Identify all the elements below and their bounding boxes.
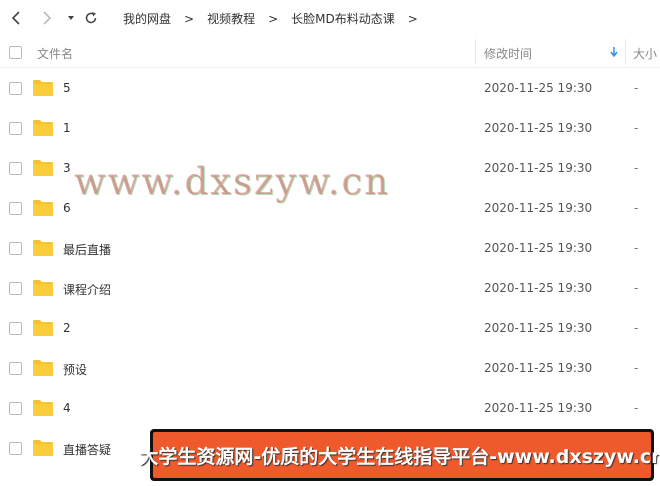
folder-icon — [33, 320, 53, 336]
file-size: - — [634, 401, 639, 415]
file-modified-time: 2020-11-25 19:30 — [484, 321, 593, 335]
breadcrumb: 我的网盘 > 视频教程 > 长脸MD布料动态课 > — [123, 10, 431, 27]
column-divider[interactable] — [625, 39, 626, 65]
row-checkbox[interactable] — [9, 162, 22, 175]
history-dropdown-button[interactable] — [61, 8, 81, 28]
folder-icon — [33, 120, 53, 136]
file-modified-time: 2020-11-25 19:30 — [484, 161, 593, 175]
file-size: - — [634, 321, 639, 335]
navigation-bar: 我的网盘 > 视频教程 > 长脸MD布料动态课 > — [0, 0, 660, 36]
refresh-icon — [85, 12, 97, 24]
file-name[interactable]: 预设 — [63, 361, 87, 378]
folder-icon — [33, 280, 53, 296]
file-modified-time: 2020-11-25 19:30 — [484, 201, 593, 215]
row-checkbox[interactable] — [9, 82, 22, 95]
sort-down-arrow-icon[interactable] — [609, 46, 619, 58]
file-name[interactable]: 1 — [63, 121, 71, 135]
refresh-button[interactable] — [81, 8, 101, 28]
file-size: - — [634, 281, 639, 295]
file-modified-time: 2020-11-25 19:30 — [484, 281, 593, 295]
promo-banner: 大学生资源网-优质的大学生在线指导平台-www.dxszyw.cn — [139, 429, 660, 481]
row-checkbox[interactable] — [9, 282, 22, 295]
row-checkbox[interactable] — [9, 322, 22, 335]
file-list-header: 文件名 修改时间 大小 — [0, 37, 660, 68]
promo-banner-text: 大学生资源网-优质的大学生在线指导平台-www.dxszyw.cn — [139, 432, 660, 478]
folder-icon — [33, 160, 53, 176]
file-row[interactable]: 4 2020-11-25 19:30 - — [0, 388, 660, 428]
forward-button[interactable] — [36, 8, 56, 28]
folder-icon — [33, 360, 53, 376]
file-size: - — [634, 161, 639, 175]
row-checkbox[interactable] — [9, 122, 22, 135]
breadcrumb-item-current-folder[interactable]: 长脸MD布料动态课 — [291, 10, 395, 27]
caret-down-icon — [68, 16, 74, 20]
row-checkbox[interactable] — [9, 442, 22, 455]
folder-icon — [33, 440, 53, 456]
file-name[interactable]: 6 — [63, 201, 71, 215]
file-size: - — [634, 241, 639, 255]
breadcrumb-separator: > — [268, 11, 279, 26]
back-button[interactable] — [7, 8, 27, 28]
column-header-size[interactable]: 大小 — [633, 45, 657, 62]
chevron-right-icon — [43, 11, 52, 25]
file-name[interactable]: 课程介绍 — [63, 281, 111, 298]
file-row[interactable]: 课程介绍 2020-11-25 19:30 - — [0, 268, 660, 308]
file-name[interactable]: 最后直播 — [63, 241, 111, 258]
file-row[interactable]: 最后直播 2020-11-25 19:30 - — [0, 228, 660, 268]
file-modified-time: 2020-11-25 19:30 — [484, 121, 593, 135]
folder-icon — [33, 240, 53, 256]
chevron-left-icon — [11, 11, 20, 25]
file-size: - — [634, 81, 639, 95]
file-size: - — [634, 201, 639, 215]
breadcrumb-item-my-disk[interactable]: 我的网盘 — [123, 10, 171, 27]
watermark-text: www.dxszyw.cn — [74, 160, 390, 203]
file-modified-time: 2020-11-25 19:30 — [484, 401, 593, 415]
file-size: - — [634, 361, 639, 375]
column-header-name[interactable]: 文件名 — [37, 45, 73, 62]
breadcrumb-item-video-tutorials[interactable]: 视频教程 — [207, 10, 255, 27]
row-checkbox[interactable] — [9, 402, 22, 415]
file-row[interactable]: 1 2020-11-25 19:30 - — [0, 108, 660, 148]
file-modified-time: 2020-11-25 19:30 — [484, 241, 593, 255]
breadcrumb-separator: > — [407, 11, 418, 26]
row-checkbox[interactable] — [9, 202, 22, 215]
folder-icon — [33, 200, 53, 216]
file-name[interactable]: 直播答疑 — [63, 441, 111, 458]
file-row[interactable]: 预设 2020-11-25 19:30 - — [0, 348, 660, 388]
file-modified-time: 2020-11-25 19:30 — [484, 361, 593, 375]
column-header-modified[interactable]: 修改时间 — [484, 45, 532, 62]
row-checkbox[interactable] — [9, 362, 22, 375]
file-name[interactable]: 3 — [63, 161, 71, 175]
file-modified-time: 2020-11-25 19:30 — [484, 81, 593, 95]
file-name[interactable]: 4 — [63, 401, 71, 415]
breadcrumb-separator: > — [184, 11, 195, 26]
file-row[interactable]: 5 2020-11-25 19:30 - — [0, 68, 660, 108]
file-row[interactable]: 2 2020-11-25 19:30 - — [0, 308, 660, 348]
column-divider[interactable] — [475, 39, 476, 65]
file-name[interactable]: 5 — [63, 81, 71, 95]
folder-icon — [33, 400, 53, 416]
select-all-checkbox[interactable] — [9, 46, 22, 59]
file-name[interactable]: 2 — [63, 321, 71, 335]
row-checkbox[interactable] — [9, 242, 22, 255]
folder-icon — [33, 80, 53, 96]
file-size: - — [634, 121, 639, 135]
